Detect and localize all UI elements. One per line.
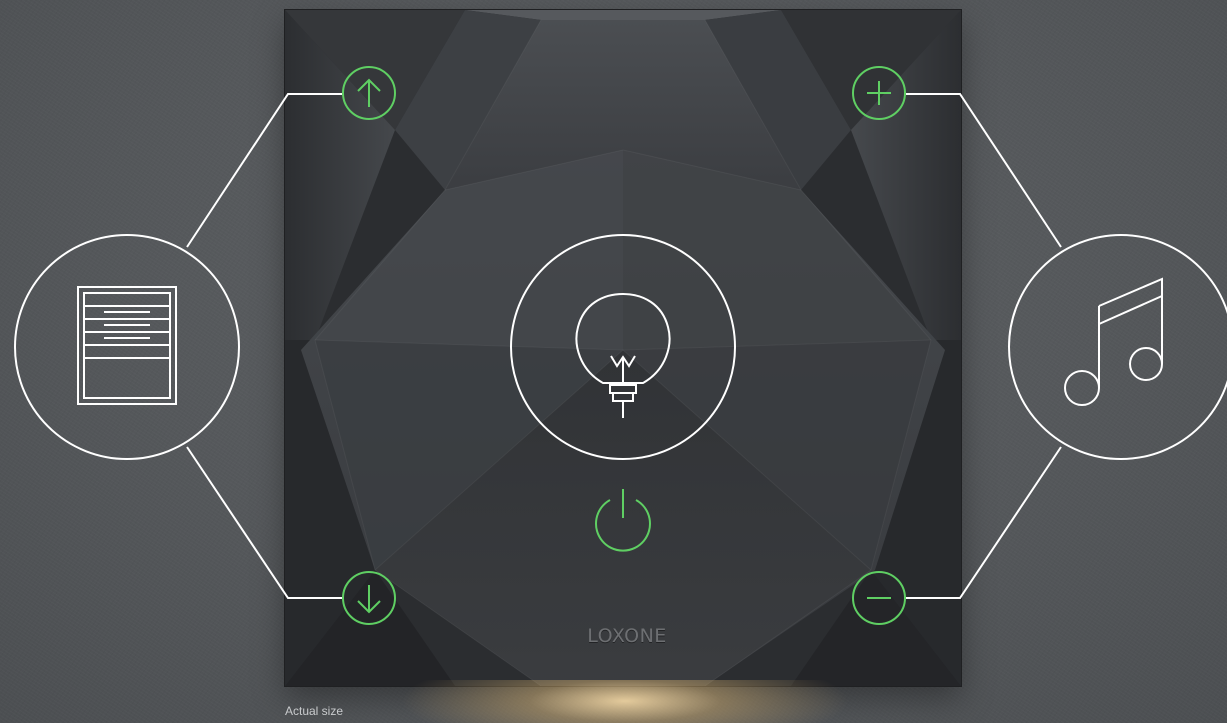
function-overlay bbox=[14, 66, 1227, 625]
music-note-icon bbox=[1064, 277, 1163, 406]
blinds-control[interactable] bbox=[14, 234, 240, 460]
light-bulb-icon bbox=[575, 292, 671, 418]
window-blinds-icon bbox=[77, 286, 177, 405]
blinds-down-button[interactable] bbox=[342, 571, 396, 625]
volume-down-button[interactable] bbox=[852, 571, 906, 625]
arrow-down-icon bbox=[357, 585, 381, 614]
plus-icon bbox=[867, 81, 891, 105]
music-control[interactable] bbox=[1008, 234, 1227, 460]
music-connector-lines bbox=[906, 93, 1062, 599]
light-toggle-button[interactable] bbox=[595, 489, 651, 552]
power-icon bbox=[595, 489, 651, 552]
lighting-control[interactable] bbox=[510, 234, 736, 460]
blinds-up-button[interactable] bbox=[342, 66, 396, 120]
volume-up-button[interactable] bbox=[852, 66, 906, 120]
blinds-connector-lines bbox=[186, 93, 342, 599]
product-visual: LOXONE Actual size bbox=[0, 0, 1227, 723]
arrow-up-icon bbox=[357, 78, 381, 107]
